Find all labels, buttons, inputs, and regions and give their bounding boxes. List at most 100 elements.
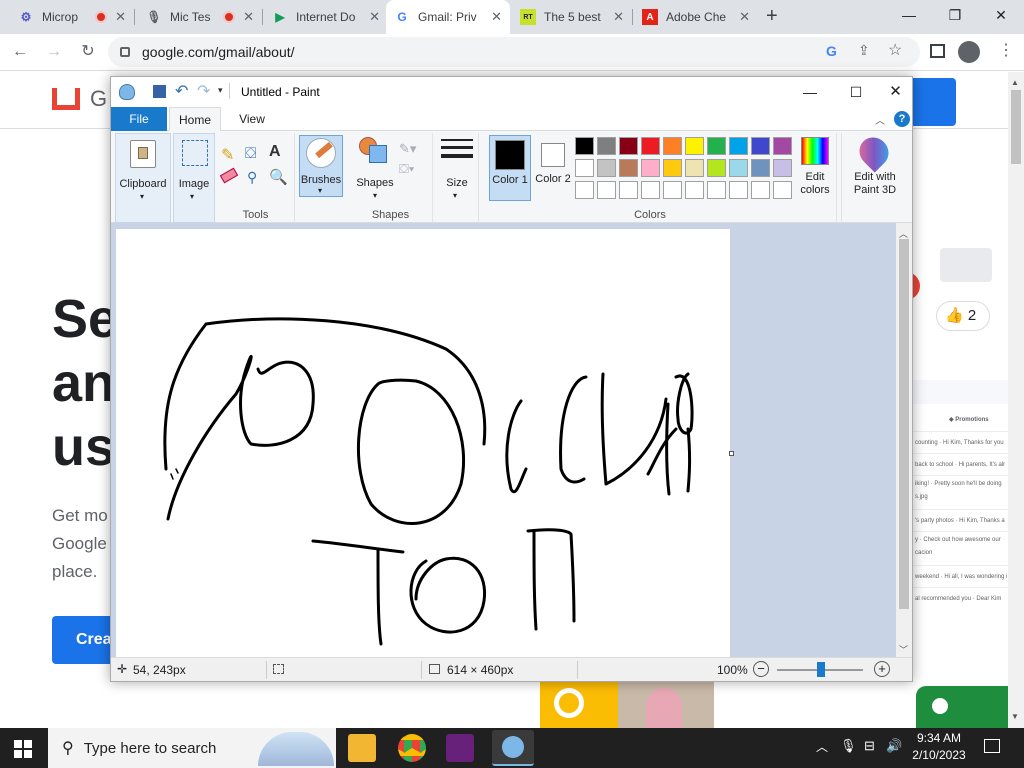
- reload-icon[interactable]: ↻: [76, 40, 100, 64]
- color-picker-icon[interactable]: ⚲: [247, 169, 257, 186]
- resize-handle[interactable]: [729, 451, 734, 456]
- color-swatch[interactable]: [641, 181, 660, 199]
- volume-icon[interactable]: 🔊: [886, 738, 902, 754]
- color-swatch[interactable]: [707, 159, 726, 177]
- scroll-up-icon[interactable]: ▲: [1011, 78, 1019, 87]
- close-tab-icon[interactable]: ✕: [243, 9, 254, 25]
- color2-button[interactable]: Color 2: [533, 135, 573, 201]
- notifications-icon[interactable]: [984, 739, 1000, 753]
- home-tab[interactable]: Home: [169, 107, 221, 131]
- profile-avatar[interactable]: [958, 41, 980, 63]
- collapse-ribbon-icon[interactable]: ︿: [875, 112, 885, 127]
- forward-icon[interactable]: →: [42, 40, 66, 64]
- shapes-button-label[interactable]: Shapes: [351, 177, 399, 190]
- tab-adobe[interactable]: A Adobe Che ✕: [634, 0, 758, 34]
- color-swatch[interactable]: [773, 159, 792, 177]
- color-swatch[interactable]: [619, 137, 638, 155]
- fill-icon[interactable]: ⛋▾: [399, 161, 414, 177]
- tab-mic-test[interactable]: 🎙 Mic Tes ✕: [138, 0, 262, 34]
- color-swatch[interactable]: [751, 159, 770, 177]
- edit-colors-group[interactable]: Edit colors: [793, 133, 837, 223]
- restore-icon[interactable]: ❐: [932, 0, 978, 30]
- paint-taskbar-icon[interactable]: [492, 730, 534, 766]
- shapes-icon[interactable]: [359, 137, 387, 165]
- paint3d-group[interactable]: Edit with Paint 3D: [841, 131, 907, 223]
- close-tab-icon[interactable]: ✕: [491, 9, 502, 25]
- back-icon[interactable]: ←: [8, 40, 32, 64]
- paint-maximize-icon[interactable]: ☐: [833, 79, 879, 105]
- save-icon[interactable]: [153, 85, 166, 98]
- close-tab-icon[interactable]: ✕: [739, 9, 750, 25]
- undo-icon[interactable]: ↶: [175, 81, 188, 101]
- color-swatch[interactable]: [663, 181, 682, 199]
- color-swatch[interactable]: [685, 137, 704, 155]
- network-icon[interactable]: ⊟: [864, 738, 875, 754]
- clipboard-group[interactable]: Clipboard ▾: [115, 133, 171, 223]
- outline-icon[interactable]: ✎▾: [399, 141, 416, 157]
- canvas-scrollbar[interactable]: ︿ ﹀: [896, 223, 912, 657]
- scroll-down-icon[interactable]: ▼: [1011, 712, 1019, 721]
- color-swatch[interactable]: [619, 181, 638, 199]
- drawing-canvas[interactable]: [116, 229, 730, 659]
- magnifier-icon[interactable]: 🔍: [269, 168, 288, 186]
- color-swatch[interactable]: [641, 159, 660, 177]
- visual-studio-icon[interactable]: [446, 734, 474, 762]
- scroll-thumb[interactable]: [1011, 90, 1021, 164]
- menu-kebab-icon[interactable]: ⋮: [998, 40, 1014, 60]
- close-tab-icon[interactable]: ✕: [613, 9, 624, 25]
- color1-button[interactable]: Color 1: [489, 135, 531, 201]
- color-swatch[interactable]: [597, 137, 616, 155]
- tab-internet-download[interactable]: ▶ Internet Do ✕: [264, 0, 388, 34]
- tab-microsoft-teams[interactable]: ⚙ Microp ✕: [10, 0, 134, 34]
- color-swatch[interactable]: [575, 181, 594, 199]
- side-panel-icon[interactable]: [930, 44, 945, 58]
- brushes-button[interactable]: Brushes ▾: [299, 135, 343, 197]
- scroll-down-icon[interactable]: ﹀: [899, 643, 908, 656]
- tab-five-best[interactable]: RT The 5 best ✕: [512, 0, 632, 34]
- close-tab-icon[interactable]: ✕: [115, 9, 126, 25]
- color-swatch[interactable]: [597, 181, 616, 199]
- url-input[interactable]: google.com/gmail/about/: [108, 37, 920, 67]
- color-swatch[interactable]: [663, 137, 682, 155]
- file-explorer-icon[interactable]: [348, 734, 376, 762]
- tab-gmail[interactable]: G Gmail: Priv ✕: [386, 0, 510, 34]
- scroll-thumb[interactable]: [899, 239, 909, 609]
- color-swatch[interactable]: [641, 137, 660, 155]
- zoom-in-icon[interactable]: +: [874, 661, 890, 677]
- zoom-slider-thumb[interactable]: [817, 662, 825, 677]
- color-swatch[interactable]: [729, 137, 748, 155]
- text-tool-icon[interactable]: A: [269, 143, 281, 161]
- chrome-icon[interactable]: [398, 734, 426, 762]
- color-swatch[interactable]: [773, 181, 792, 199]
- color-swatch[interactable]: [597, 159, 616, 177]
- eraser-icon[interactable]: [219, 167, 239, 184]
- color-swatch[interactable]: [685, 181, 704, 199]
- clock-time[interactable]: 9:34 AM: [906, 731, 972, 745]
- color-swatch[interactable]: [685, 159, 704, 177]
- bookmark-star-icon[interactable]: ☆: [888, 40, 902, 60]
- minimize-icon[interactable]: —: [886, 0, 932, 30]
- redo-icon[interactable]: ↷: [197, 81, 210, 101]
- google-lens-icon[interactable]: G: [826, 43, 837, 59]
- customize-qat-icon[interactable]: ▾: [218, 85, 223, 96]
- view-tab[interactable]: View: [227, 107, 277, 131]
- color-swatch[interactable]: [575, 137, 594, 155]
- zoom-out-icon[interactable]: −: [753, 661, 769, 677]
- new-tab-icon[interactable]: +: [766, 5, 778, 28]
- file-tab[interactable]: File: [111, 107, 167, 131]
- color-swatch[interactable]: [729, 159, 748, 177]
- size-group[interactable]: Size ▾: [435, 133, 479, 223]
- fill-bucket-icon[interactable]: ⛋: [245, 145, 256, 162]
- clock-date[interactable]: 2/10/2023: [906, 748, 972, 762]
- color-swatch[interactable]: [707, 137, 726, 155]
- color-swatch[interactable]: [751, 181, 770, 199]
- help-icon[interactable]: ?: [894, 111, 910, 127]
- microphone-icon[interactable]: 🎙: [840, 738, 857, 754]
- color-swatch[interactable]: [575, 159, 594, 177]
- paint-close-icon[interactable]: ✕: [879, 79, 912, 105]
- color-swatch[interactable]: [773, 137, 792, 155]
- paint-minimize-icon[interactable]: —: [787, 79, 833, 105]
- pencil-icon[interactable]: ✎: [221, 145, 234, 165]
- close-window-icon[interactable]: ✕: [978, 0, 1024, 30]
- taskbar-search-box[interactable]: ⚲ Type here to search: [48, 728, 336, 768]
